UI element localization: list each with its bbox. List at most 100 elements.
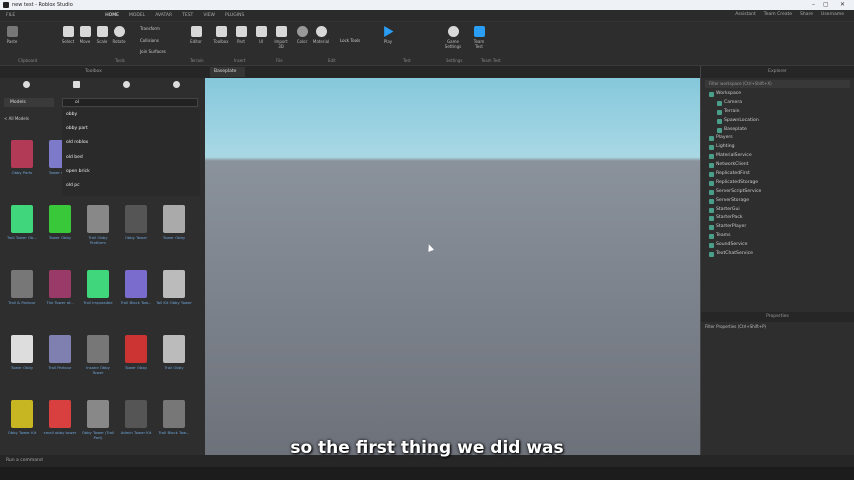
- model-item[interactable]: The Tower of...: [42, 268, 78, 322]
- share-button[interactable]: Share: [800, 12, 813, 17]
- explorer-item[interactable]: Players: [701, 134, 854, 143]
- group-label: Test: [403, 58, 411, 63]
- collisions-toggle[interactable]: Collisions: [140, 38, 159, 43]
- close-icon[interactable]: ✕: [840, 1, 845, 8]
- ui-button[interactable]: UI: [252, 26, 270, 44]
- explorer-item[interactable]: NetworkClient: [701, 161, 854, 170]
- explorer-item-label: Workspace: [716, 91, 742, 96]
- explorer-item-label: StarterGui: [716, 206, 740, 212]
- explorer-item[interactable]: ReplicatedFirst: [701, 170, 854, 179]
- explorer-item-label: Lighting: [716, 144, 735, 150]
- material-button[interactable]: Material: [312, 26, 330, 44]
- explorer-item[interactable]: Teams: [701, 232, 854, 241]
- model-thumbnail: [49, 205, 71, 233]
- tab-model[interactable]: MODEL: [129, 13, 145, 18]
- model-item[interactable]: Obby Parts: [4, 138, 40, 192]
- explorer-item[interactable]: TextChatService: [701, 250, 854, 259]
- explorer-item[interactable]: SpawnLocation: [701, 117, 854, 126]
- explorer-item[interactable]: ServerStorage: [701, 197, 854, 206]
- tab-avatar[interactable]: AVATAR: [155, 13, 172, 18]
- tab-test[interactable]: TEST: [182, 13, 193, 18]
- rotate-button[interactable]: Rotate: [110, 26, 128, 44]
- model-item[interactable]: Troll Parkour: [42, 333, 78, 387]
- model-item[interactable]: Troll Tower Ob...: [4, 203, 40, 257]
- paste-button[interactable]: Paste: [3, 26, 21, 44]
- explorer-item[interactable]: Camera: [701, 99, 854, 108]
- model-item[interactable]: Tower Obby: [118, 333, 154, 387]
- tab-baseplate[interactable]: Baseplate: [210, 67, 245, 77]
- model-item[interactable]: Troll & Parkour: [4, 268, 40, 322]
- explorer-item-label: ReplicatedFirst: [716, 171, 750, 177]
- model-item[interactable]: Troll Block Tow...: [118, 268, 154, 322]
- model-item[interactable]: Troll Impossible: [80, 268, 116, 322]
- team-create-button[interactable]: Team Create: [764, 12, 792, 17]
- move-button[interactable]: Move: [76, 26, 94, 44]
- model-item[interactable]: Insane Obby Tower: [80, 333, 116, 387]
- all-models-link[interactable]: < All Models: [4, 116, 29, 121]
- model-item[interactable]: Obby Tower: [118, 203, 154, 257]
- tab-home[interactable]: HOME: [105, 13, 119, 18]
- suggestion-item[interactable]: obby: [66, 108, 200, 122]
- explorer-item[interactable]: MaterialService: [701, 152, 854, 161]
- model-item[interactable]: Tower Obby: [4, 333, 40, 387]
- suggestion-item[interactable]: old roblox: [66, 136, 200, 150]
- part-button[interactable]: Part: [232, 26, 250, 44]
- model-item[interactable]: Troll Obby: [156, 333, 192, 387]
- transform-dropdown[interactable]: Transform: [140, 26, 160, 31]
- maximize-icon[interactable]: ▢: [823, 1, 829, 8]
- assistant-button[interactable]: Assistant: [735, 12, 756, 17]
- inventory-icon[interactable]: [23, 81, 30, 88]
- explorer-item[interactable]: StarterPlayer: [701, 223, 854, 232]
- explorer-item[interactable]: StarterGui: [701, 206, 854, 215]
- suggestion-item[interactable]: open brick: [66, 165, 200, 179]
- explorer-filter-input[interactable]: Filter workspace (Ctrl+Shift+X): [705, 80, 850, 88]
- group-label: Team Test: [481, 58, 501, 63]
- search-input[interactable]: ol: [62, 98, 198, 107]
- play-button[interactable]: Play: [379, 26, 397, 44]
- join-surfaces-toggle[interactable]: Join Surfaces: [140, 49, 166, 54]
- model-item[interactable]: Troll Obby Platform: [80, 203, 116, 257]
- suggestion-item[interactable]: old bed: [66, 151, 200, 165]
- menu-bar: FILE HOME MODEL AVATAR TEST VIEW PLUGINS…: [0, 10, 854, 22]
- terrain-editor-button[interactable]: Editor: [187, 26, 205, 44]
- rotate-icon: [113, 26, 125, 37]
- team-test-button[interactable]: Team Test: [470, 26, 488, 49]
- suggestion-item[interactable]: obby part: [66, 122, 200, 136]
- select-button[interactable]: Select: [59, 26, 77, 44]
- model-item[interactable]: Tower Obby: [42, 203, 78, 257]
- explorer-item[interactable]: SoundService: [701, 241, 854, 250]
- properties-filter-input[interactable]: Filter Properties (Ctrl+Shift+P): [705, 324, 850, 329]
- service-icon: [717, 127, 722, 133]
- explorer-item[interactable]: Lighting: [701, 143, 854, 152]
- model-thumbnail: [87, 335, 109, 363]
- explorer-item[interactable]: Terrain: [701, 108, 854, 117]
- import-3d-button[interactable]: Import 3D: [272, 26, 290, 49]
- explorer-item[interactable]: ServerScriptService: [701, 188, 854, 197]
- tab-plugins[interactable]: PLUGINS: [225, 13, 244, 18]
- toolbox-button[interactable]: Toolbox: [212, 26, 230, 44]
- lock-tools-dropdown[interactable]: Lock Tools: [340, 38, 360, 43]
- explorer-item-label: TextChatService: [716, 251, 754, 257]
- color-button[interactable]: Color: [293, 26, 311, 44]
- model-thumbnail: [49, 400, 71, 428]
- creations-icon[interactable]: [173, 81, 180, 88]
- user-menu[interactable]: Username: [821, 12, 844, 17]
- explorer-item[interactable]: Baseplate: [701, 126, 854, 135]
- game-settings-button[interactable]: Game Settings: [444, 26, 462, 49]
- suggestion-item[interactable]: old pc: [66, 179, 200, 193]
- tab-view[interactable]: VIEW: [203, 13, 215, 18]
- 3d-viewport[interactable]: [205, 78, 700, 455]
- explorer-item[interactable]: Workspace: [701, 90, 854, 99]
- recent-icon[interactable]: [123, 81, 130, 88]
- category-dropdown[interactable]: Models: [4, 98, 54, 107]
- file-menu[interactable]: FILE: [6, 13, 15, 18]
- material-icon: [315, 26, 327, 37]
- explorer-item[interactable]: ReplicatedStorage: [701, 179, 854, 188]
- model-item[interactable]: Tower Obby: [156, 203, 192, 257]
- explorer-item[interactable]: StarterPack: [701, 214, 854, 223]
- scale-button[interactable]: Scale: [93, 26, 111, 44]
- minimize-icon[interactable]: –: [812, 1, 815, 8]
- explorer-item-label: ReplicatedStorage: [716, 179, 759, 185]
- marketplace-icon[interactable]: [73, 81, 80, 88]
- model-item[interactable]: Tall Kit Obby Tower: [156, 268, 192, 322]
